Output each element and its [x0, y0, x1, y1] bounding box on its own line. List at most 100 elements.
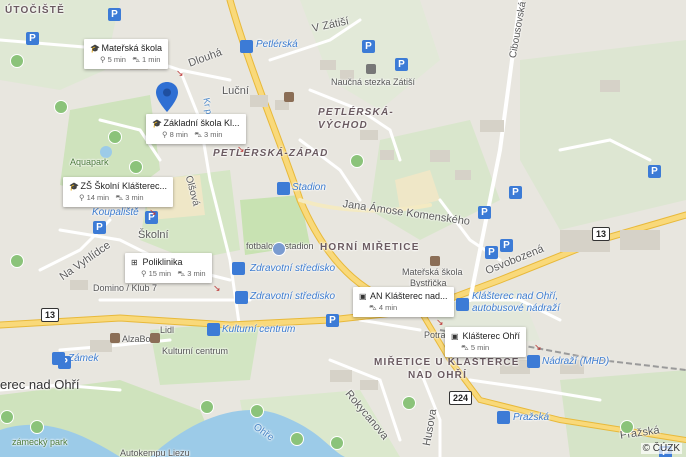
- bus-stop-icon[interactable]: [456, 298, 469, 311]
- district-label-petlerska-vychod-2: VÝCHOD: [318, 120, 368, 131]
- parking-icon[interactable]: P: [478, 206, 491, 219]
- location-pin-icon[interactable]: [156, 82, 178, 112]
- park-icon[interactable]: [30, 420, 44, 434]
- bus-stop-icon[interactable]: [52, 352, 65, 365]
- bus-stop-icon[interactable]: [235, 291, 248, 304]
- road-shield-13-west: 13: [41, 308, 60, 322]
- car-icon: ⛍: [132, 55, 140, 64]
- poi-card-materska-skola[interactable]: 🎓 Mateřská škola ⚲ 5 min ⛍ 1 min: [84, 39, 169, 69]
- walk-icon: ⚲: [141, 269, 147, 278]
- building-icon[interactable]: [110, 333, 120, 343]
- bus-stop-icon[interactable]: [232, 262, 245, 275]
- park-icon[interactable]: [330, 436, 344, 450]
- bus-icon: ▣: [359, 292, 367, 301]
- stop-label-zamek: Zámek: [68, 353, 99, 364]
- bus-stop-icon[interactable]: [497, 411, 510, 424]
- drive-time: 5 min: [470, 343, 490, 352]
- map-copyright: © ČÚZK: [640, 443, 682, 454]
- walk-icon: ⚲: [162, 130, 168, 139]
- direction-arrow-icon: ↘: [436, 317, 444, 327]
- direction-arrow-icon: ↘: [149, 207, 157, 217]
- stop-label-prazska: Pražská: [513, 412, 550, 423]
- info-icon[interactable]: [366, 64, 376, 74]
- poi-card-zakladni-skola[interactable]: 🎓 Základní škola Kl... ⚲ 8 min ⛍ 3 min: [146, 114, 246, 144]
- walk-time: 15 min: [148, 269, 172, 278]
- park-icon[interactable]: [620, 420, 634, 434]
- parking-icon[interactable]: P: [26, 32, 39, 45]
- car-icon: ⛍: [369, 303, 377, 312]
- school-icon: 🎓: [90, 44, 100, 53]
- parking-icon[interactable]: P: [648, 165, 661, 178]
- walk-icon: ⚲: [100, 55, 106, 64]
- map-canvas[interactable]: ÚTOČIŠTĚ V Zátiší Cibousovská Petlérská …: [0, 0, 686, 457]
- car-icon: ⛍: [194, 130, 202, 139]
- card-title: Klášterec Ohří: [462, 331, 521, 341]
- direction-arrow-icon: ↘: [534, 342, 542, 352]
- road-shield-224: 224: [449, 391, 473, 405]
- poi-label-aquapark: Aquapark: [70, 157, 109, 167]
- bus-icon: ▣: [451, 332, 459, 341]
- card-title: Poliklinika: [142, 257, 183, 267]
- parking-icon[interactable]: P: [93, 221, 106, 234]
- poi-card-zs-skolni[interactable]: 🎓 ZŠ Školní Klášterec... ⚲ 14 min ⛍ 3 mi…: [63, 177, 174, 207]
- poi-label-zamecky-park: zámecký park: [12, 437, 68, 447]
- stop-label-petlerska: Petlérská: [256, 39, 298, 50]
- park-icon[interactable]: [10, 54, 24, 68]
- school-icon: 🎓: [152, 119, 162, 128]
- card-title: ZŠ Školní Klášterec...: [80, 181, 168, 191]
- shop-icon[interactable]: [150, 333, 160, 343]
- parking-icon[interactable]: P: [395, 58, 408, 71]
- poi-card-klasterec-ohri[interactable]: ▣ Klášterec Ohří ⛍ 5 min: [445, 327, 527, 357]
- direction-arrow-icon: ↘: [176, 68, 184, 78]
- card-title: Mateřská škola: [101, 43, 163, 53]
- stop-label-klasterec-bus-1: Klášterec nad Ohří,: [472, 291, 559, 302]
- park-icon[interactable]: [402, 396, 416, 410]
- drive-time: 4 min: [378, 303, 398, 312]
- poi-card-poliklinika[interactable]: ⊞ Poliklinika ⚲ 15 min ⛍ 3 min: [125, 253, 212, 283]
- car-icon: ⛍: [461, 343, 469, 352]
- park-icon[interactable]: [54, 100, 68, 114]
- parking-icon[interactable]: P: [108, 8, 121, 21]
- car-icon: ⛍: [115, 193, 124, 202]
- district-label-mirtice-2: NAD OHŘÍ: [408, 370, 468, 381]
- parking-icon[interactable]: P: [362, 40, 375, 53]
- park-icon[interactable]: [0, 410, 14, 424]
- street-label-lucni: Luční: [222, 85, 249, 97]
- poi-label-domino: Domino / Klub 7: [93, 283, 158, 293]
- direction-arrow-icon: ↘: [213, 283, 221, 293]
- park-icon[interactable]: [290, 432, 304, 446]
- parking-icon[interactable]: P: [326, 314, 339, 327]
- sports-icon[interactable]: [272, 242, 286, 256]
- card-title: AN Klášterec nad...: [370, 291, 448, 301]
- parking-icon[interactable]: P: [500, 239, 513, 252]
- district-label-mirtice-1: MIŘETICE U KLÁŠTERCE: [374, 357, 520, 368]
- bus-stop-icon[interactable]: [240, 40, 253, 53]
- parking-icon[interactable]: P: [485, 246, 498, 259]
- stop-label-zdravotni-1: Zdravotní středisko: [250, 263, 336, 274]
- poi-card-an-klasterec[interactable]: ▣ AN Klášterec nad... ⛍ 4 min: [353, 287, 454, 317]
- poi-label-kulturni-centrum-2: Kulturní centrum: [162, 346, 229, 356]
- district-label-horni-mirtice: HORNÍ MIŘETICE: [320, 242, 420, 253]
- train-station-icon[interactable]: [527, 355, 540, 368]
- park-icon[interactable]: [200, 400, 214, 414]
- building-icon[interactable]: [430, 256, 440, 266]
- park-icon[interactable]: [129, 160, 143, 174]
- bus-stop-icon[interactable]: [207, 323, 220, 336]
- walk-time: 14 min: [86, 193, 110, 202]
- walk-time: 8 min: [169, 130, 188, 139]
- street-label-skolni: Školní: [138, 229, 169, 241]
- sports-icon[interactable]: [108, 130, 122, 144]
- park-icon[interactable]: [250, 404, 264, 418]
- park-icon[interactable]: [10, 254, 24, 268]
- building-icon[interactable]: [284, 92, 294, 102]
- drive-time: 1 min: [142, 55, 161, 64]
- bus-stop-icon[interactable]: [277, 182, 290, 195]
- poi-label-naucna-stezka: Naučná stezka Zátiší: [331, 77, 416, 87]
- parking-icon[interactable]: P: [509, 186, 522, 199]
- drive-time: 3 min: [204, 130, 223, 139]
- stop-label-zdravotni-2: Zdravotní středisko: [250, 291, 336, 302]
- town-label-klasterec: erec nad Ohří: [0, 377, 80, 392]
- district-label-petlerska-vychod-1: PETLÉRSKÁ-: [318, 107, 394, 118]
- poi-label-potra: Potra: [424, 330, 446, 340]
- park-icon[interactable]: [350, 154, 364, 168]
